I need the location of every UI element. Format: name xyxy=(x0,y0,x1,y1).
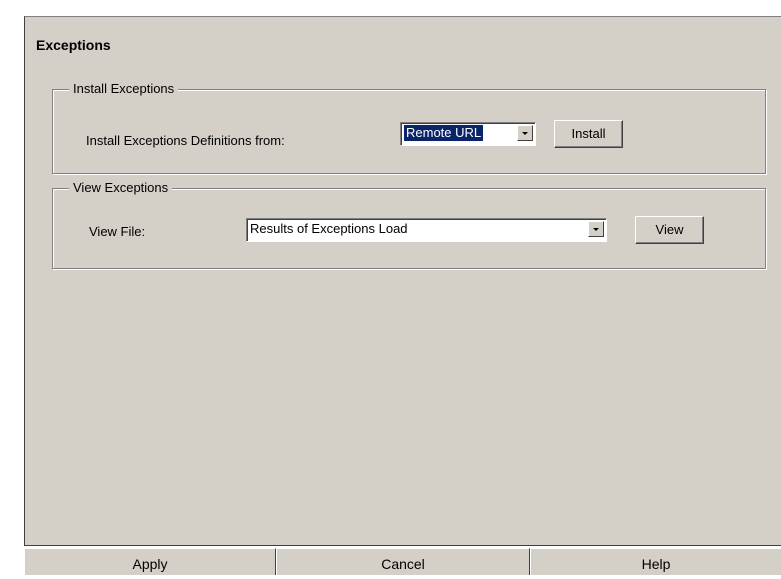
install-source-value: Remote URL xyxy=(402,124,485,142)
top-strip xyxy=(0,0,781,8)
cancel-button[interactable]: Cancel xyxy=(276,548,530,575)
chevron-down-icon[interactable] xyxy=(517,125,533,141)
chevron-down-icon[interactable] xyxy=(588,221,604,237)
exceptions-panel: Exceptions Install Exceptions Install Ex… xyxy=(24,16,781,546)
view-button[interactable]: View xyxy=(635,216,704,244)
install-button[interactable]: Install xyxy=(554,120,623,148)
install-exceptions-group: Install Exceptions Install Exceptions De… xyxy=(52,81,766,174)
view-exceptions-legend: View Exceptions xyxy=(69,180,173,196)
install-exceptions-legend: Install Exceptions xyxy=(69,81,179,97)
bottom-action-bar: Apply Cancel Help xyxy=(24,548,781,575)
help-button[interactable]: Help xyxy=(530,548,781,575)
view-exceptions-group: View Exceptions View File: Results of Ex… xyxy=(52,180,766,269)
install-source-label: Install Exceptions Definitions from: xyxy=(86,133,285,148)
view-file-label: View File: xyxy=(89,224,146,239)
view-file-dropdown[interactable]: Results of Exceptions Load xyxy=(246,218,607,242)
view-file-value: Results of Exceptions Load xyxy=(250,221,408,236)
page-title: Exceptions xyxy=(36,37,111,53)
install-source-dropdown[interactable]: Remote URL xyxy=(400,122,536,146)
apply-button[interactable]: Apply xyxy=(24,548,276,575)
